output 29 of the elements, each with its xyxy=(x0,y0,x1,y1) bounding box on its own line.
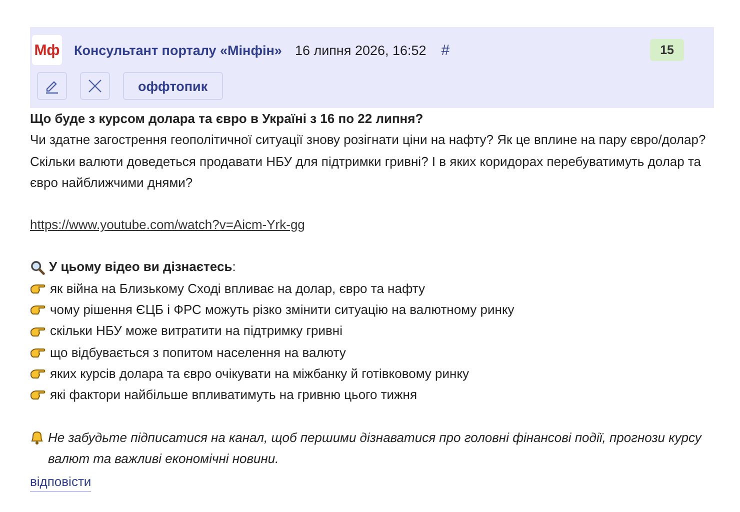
bell-icon xyxy=(30,430,44,445)
pointing-hand-icon xyxy=(30,282,46,295)
pointing-hand-icon xyxy=(30,324,46,338)
pointing-hand-icon xyxy=(30,303,46,316)
search-icon xyxy=(30,260,45,275)
reply-link[interactable]: відповісти xyxy=(30,473,92,492)
anchor-link[interactable]: # xyxy=(441,42,450,58)
bullet-text: яких курсів долара та євро очікувати на міжбанку й готівковому ринку xyxy=(50,364,470,383)
pointing-hand-icon xyxy=(30,388,46,402)
logo: Мф xyxy=(32,35,62,65)
subscribe-note: Не забудьте підписатися на канал, щоб першими дізнаватися про головні фінансові події, прогнози курсу валют та важливі економічні новини. xyxy=(48,428,703,468)
offtopic-button[interactable]: оффтопик xyxy=(123,72,223,100)
video-link[interactable]: https://www.youtube.com/watch?v=Aicm-Yrk-gg xyxy=(30,217,305,232)
pointing-hand-icon xyxy=(30,367,46,380)
comment-date: 16 липня 2026, 16:52 xyxy=(294,42,426,58)
bullet-text: що відбувається з попитом населення на валюту xyxy=(50,344,346,362)
post-paragraph: Чи здатне загострення геополітичної ситуації знову розігнати ціни на нафту? Як це вплине на пару євро/долар? Скільки валюти доведеться продавати НБУ для підтримки гривні? І в яких коридорах перебуватимуть долар та євро найближчими днями? xyxy=(30,131,707,192)
close-button[interactable] xyxy=(80,72,110,100)
edit-button[interactable] xyxy=(37,72,67,100)
list-heading: У цьому відео ви дізнаєтесь: xyxy=(49,258,236,276)
score-badge: 15 xyxy=(650,39,684,61)
close-icon xyxy=(87,78,103,94)
bullet-text: які фактори найбільше впливатимуть на гривню цього тижня xyxy=(50,386,417,404)
bullet-text: скільки НБУ може витратити на підтримку гривні xyxy=(50,322,342,340)
bullet-text: чому рішення ЄЦБ і ФРС можуть різко змінити ситуацію на валютному ринку xyxy=(50,301,514,320)
author-link[interactable]: Консультант порталу «Мінфін» xyxy=(74,42,282,58)
pointing-hand-icon xyxy=(30,346,46,359)
post-title: Що буде з курсом долара та євро в Україні з 16 по 22 липня? xyxy=(30,110,424,128)
bullet-text: як війна на Близькому Сході впливає на долар, євро та нафту xyxy=(50,280,425,298)
